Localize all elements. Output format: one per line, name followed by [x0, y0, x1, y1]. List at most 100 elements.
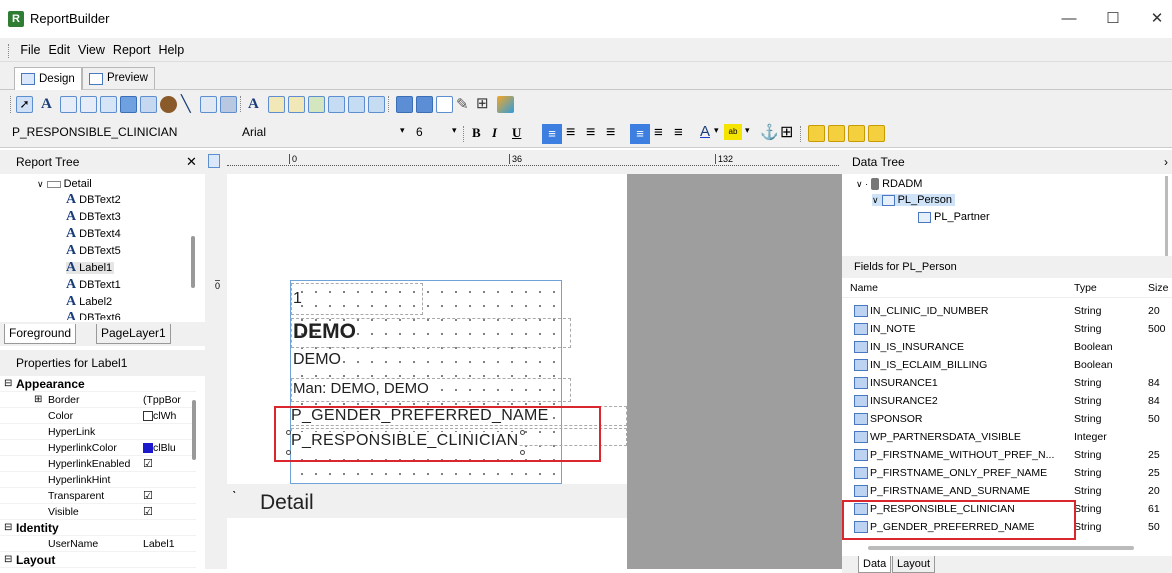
field-row[interactable]: P_FIRSTNAME_WITHOUT_PREF_N... String 25 — [842, 446, 1172, 464]
property-row[interactable]: Visible ☑ — [0, 504, 196, 520]
align-left-icon[interactable]: ≡ — [542, 124, 562, 144]
highlight-dropdown-icon[interactable]: ▾ — [745, 125, 750, 136]
dbimage-tool-icon[interactable] — [348, 96, 365, 113]
border-icon[interactable]: ⊞ — [780, 122, 793, 142]
menu-file[interactable]: File — [16, 38, 44, 62]
size-dropdown-icon[interactable]: ▾ — [452, 125, 457, 136]
richtext-tool-icon[interactable] — [80, 96, 97, 113]
menu-edit[interactable]: Edit — [45, 38, 75, 62]
collapse-icon[interactable]: ⊟ — [4, 378, 12, 389]
tree-item[interactable]: A Label2 — [66, 295, 112, 309]
dbmemo-tool-icon[interactable] — [288, 96, 305, 113]
property-category[interactable]: ⊟ Layout — [0, 552, 196, 568]
justify-icon[interactable]: ≡ — [606, 124, 615, 142]
underline-button[interactable]: U — [512, 125, 521, 141]
font-color-dropdown-icon[interactable]: ▾ — [714, 125, 719, 136]
collapse-icon[interactable]: ⊟ — [4, 554, 12, 565]
datatree-pl-person[interactable]: ∨ PL_Person — [872, 194, 956, 206]
dblabel-tool-icon[interactable]: A — [248, 96, 259, 113]
tab-design[interactable]: Design — [14, 67, 82, 90]
field-row[interactable]: IN_CLINIC_ID_NUMBER String 20 — [842, 302, 1172, 320]
column-type[interactable]: Type — [1074, 282, 1097, 294]
line-tool-icon[interactable]: ╲ — [181, 94, 191, 114]
send-to-back-icon[interactable] — [828, 125, 845, 142]
property-row[interactable]: Transparent ☑ — [0, 488, 196, 504]
anchor-icon[interactable]: ⚓ — [760, 123, 779, 141]
field-row[interactable]: WP_PARTNERSDATA_VISIBLE Integer — [842, 428, 1172, 446]
table-tool-icon[interactable] — [416, 96, 433, 113]
grid-tool-icon[interactable]: ⊞ — [476, 94, 489, 112]
align-center-icon[interactable]: ≡ — [566, 124, 575, 142]
close-panel-icon[interactable]: ✕ — [186, 150, 197, 174]
highlight-icon[interactable]: ab — [724, 124, 742, 140]
tab-foreground[interactable]: Foreground — [4, 324, 77, 344]
property-row[interactable]: HyperlinkHint — [0, 472, 196, 488]
dbbarcode-tool-icon[interactable] — [368, 96, 385, 113]
crosstab-tool-icon[interactable] — [396, 96, 413, 113]
field-row[interactable]: IN_IS_INSURANCE Boolean — [842, 338, 1172, 356]
report-field-name[interactable]: Man: DEMO, DEMO — [293, 380, 429, 397]
paint-tool-icon[interactable]: ✎ — [456, 95, 469, 113]
select-tool-icon[interactable]: ➚ — [16, 96, 33, 113]
fields-hscrollbar[interactable] — [868, 546, 1134, 550]
page-tool-icon[interactable] — [436, 96, 453, 113]
report-field-1[interactable]: 1 — [293, 290, 302, 308]
dbcalc-tool-icon[interactable] — [328, 96, 345, 113]
property-row[interactable]: UserName Label1 — [0, 536, 196, 552]
font-name-select[interactable]: Arial — [238, 123, 398, 144]
italic-button[interactable]: I — [492, 125, 497, 141]
menu-view[interactable]: View — [74, 38, 109, 62]
tab-data[interactable]: Data — [858, 556, 892, 573]
tab-layout[interactable]: Layout — [892, 556, 936, 573]
tree-scrollbar[interactable] — [191, 236, 195, 288]
report-field-demo[interactable]: DEMO — [293, 351, 341, 369]
bring-forward-icon[interactable] — [848, 125, 865, 142]
panel-scroll-icon[interactable]: › — [1164, 150, 1168, 174]
dbrichtext-tool-icon[interactable] — [308, 96, 325, 113]
properties-scrollbar[interactable] — [192, 400, 196, 460]
dbtext-tool-icon[interactable] — [268, 96, 285, 113]
field-row[interactable]: IN_NOTE String 500 — [842, 320, 1172, 338]
teechart-tool-icon[interactable] — [160, 96, 177, 113]
collapse-icon[interactable]: ∨ — [872, 195, 879, 206]
memo-tool-icon[interactable] — [60, 96, 77, 113]
component-name-field[interactable]: P_RESPONSIBLE_CLINICIAN — [8, 123, 230, 144]
tree-item-detail[interactable]: ∨ Detail — [37, 178, 92, 190]
maximize-button[interactable]: ☐ — [1096, 8, 1130, 30]
calc-tool-icon[interactable] — [100, 96, 117, 113]
property-category[interactable]: ⊟ Appearance — [0, 376, 196, 392]
tree-item[interactable]: A DBText2 — [66, 193, 121, 207]
tree-item[interactable]: A DBText3 — [66, 210, 121, 224]
tree-item[interactable]: A DBText1 — [66, 278, 121, 292]
property-row[interactable]: HyperlinkColor clBlu — [0, 440, 196, 456]
minimize-button[interactable]: — — [1052, 8, 1086, 30]
expand-icon[interactable]: ⊞ — [34, 394, 42, 405]
report-field-demo-bold[interactable]: DEMO — [293, 320, 356, 344]
column-name[interactable]: Name — [850, 282, 878, 294]
valign-middle-icon[interactable]: ≡ — [654, 124, 663, 141]
align-right-icon[interactable]: ≡ — [586, 124, 595, 142]
field-row[interactable]: P_FIRSTNAME_AND_SURNAME String 20 — [842, 482, 1172, 500]
datatree-pl-partner[interactable]: PL_Partner — [918, 211, 990, 223]
font-color-icon[interactable]: A — [700, 123, 710, 140]
checkbox[interactable]: ☑ — [143, 505, 153, 518]
property-row[interactable]: Color clWh — [0, 408, 196, 424]
subreport-tool-icon[interactable] — [200, 96, 217, 113]
picture-tool-icon[interactable] — [140, 96, 157, 113]
label-tool-icon[interactable]: A — [41, 96, 52, 113]
region-tool-icon[interactable] — [220, 96, 237, 113]
tree-item[interactable]: A DBText4 — [66, 227, 121, 241]
field-row[interactable]: INSURANCE1 String 84 — [842, 374, 1172, 392]
menu-help[interactable]: Help — [154, 38, 188, 62]
tab-preview[interactable]: Preview — [82, 67, 155, 89]
collapse-icon[interactable]: ∨ · — [856, 179, 868, 190]
field-row[interactable]: IN_IS_ECLAIM_BILLING Boolean — [842, 356, 1172, 374]
send-backward-icon[interactable] — [868, 125, 885, 142]
data-tree-scrollbar[interactable] — [1165, 176, 1168, 256]
property-row[interactable]: HyperlinkEnabled ☑ — [0, 456, 196, 472]
property-category[interactable]: ⊟ Identity — [0, 520, 196, 536]
field-row[interactable]: SPONSOR String 50 — [842, 410, 1172, 428]
collapse-icon[interactable]: ∨ — [37, 179, 44, 190]
font-size-select[interactable]: 6 — [412, 123, 452, 144]
valign-bottom-icon[interactable]: ≡ — [674, 124, 683, 141]
